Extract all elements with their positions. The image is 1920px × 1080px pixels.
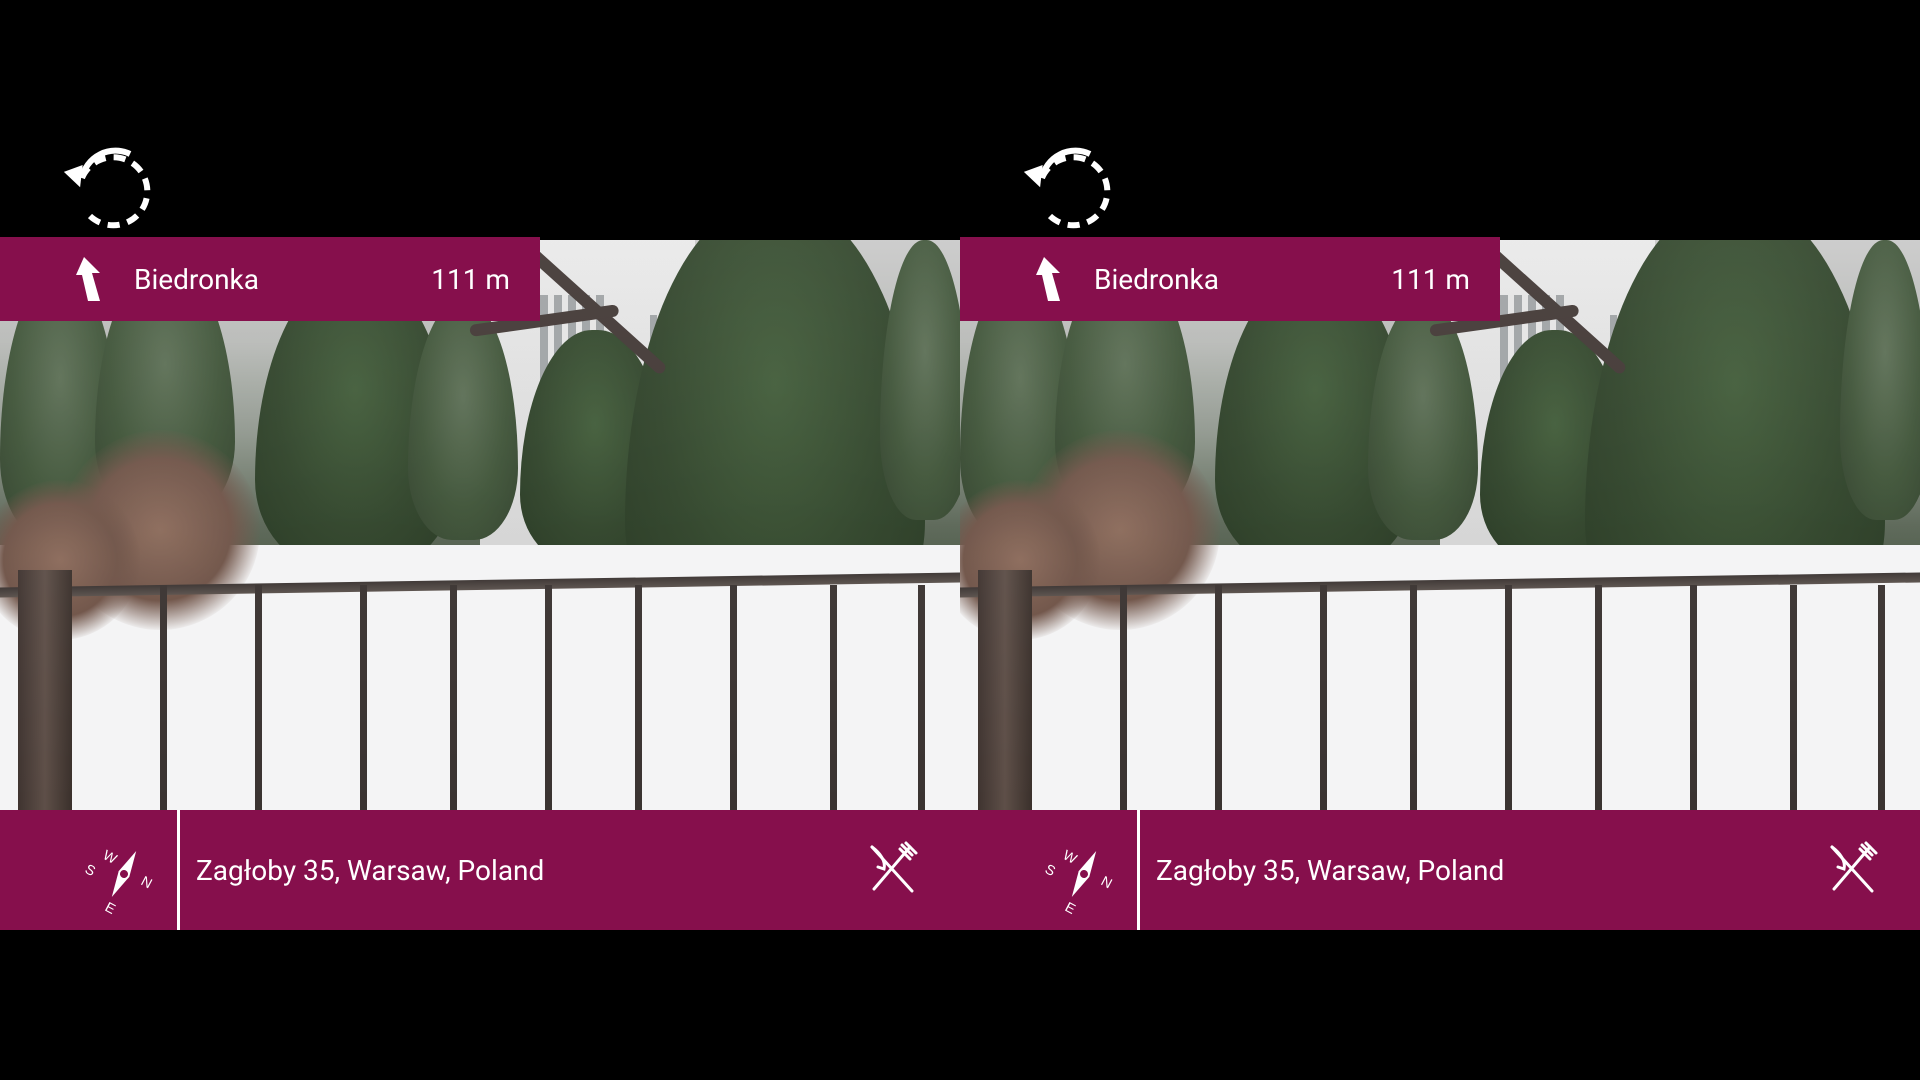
current-address: Zagłoby 35, Warsaw, Poland — [1156, 853, 1505, 887]
destination-bar[interactable]: Biedronka 111 m — [0, 237, 540, 321]
destination-distance: 111 m — [1391, 262, 1470, 296]
railing-bar — [635, 585, 642, 810]
railing-bar — [160, 585, 167, 810]
railing-bar — [1410, 585, 1417, 810]
arrow-up-left-icon — [76, 257, 100, 301]
railing-bar — [360, 585, 367, 810]
railing-bar — [450, 585, 457, 810]
camera-feed — [0, 240, 960, 810]
railing-bar — [1320, 585, 1327, 810]
compass-label-e: E — [1063, 899, 1079, 916]
compass-icon: W N S E — [83, 847, 155, 916]
railing-post — [978, 570, 1032, 810]
camera-feed — [960, 240, 1920, 810]
compass-label-w: W — [101, 847, 121, 868]
compass-label-w: W — [1061, 847, 1081, 868]
compass-cell: W N S E — [960, 810, 1140, 930]
fork-knife-icon[interactable] — [860, 839, 922, 901]
fork-knife-icon[interactable] — [1820, 839, 1882, 901]
railing-bar — [918, 585, 925, 810]
current-address: Zagłoby 35, Warsaw, Poland — [196, 853, 545, 887]
railing-bar — [1790, 585, 1797, 810]
destination-name: Biedronka — [1094, 262, 1219, 296]
railing-bar — [1595, 585, 1602, 810]
rotate-ccw-icon[interactable] — [62, 138, 162, 238]
compass-label-n: N — [139, 873, 155, 892]
compass-icon: W N S E — [1043, 847, 1115, 916]
rotate-ccw-icon[interactable] — [1022, 138, 1122, 238]
railing-bar — [1120, 585, 1127, 810]
compass-label-e: E — [103, 899, 119, 916]
arrow-up-left-icon — [1036, 257, 1060, 301]
right-eye-view: Biedronka 111 m W N S E Zagłoby 35, Wars… — [960, 0, 1920, 1080]
compass-label-n: N — [1099, 873, 1115, 892]
destination-name: Biedronka — [134, 262, 259, 296]
compass-label-s: S — [1043, 861, 1059, 880]
vr-split-view: Biedronka 111 m W N S E Zagłoby 35, Wars… — [0, 0, 1920, 1080]
spruce-tree — [880, 240, 960, 520]
spruce-tree — [1840, 240, 1920, 520]
status-bar: W N S E Zagłoby 35, Warsaw, Poland — [0, 810, 960, 930]
railing-bar — [830, 585, 837, 810]
railing-bar — [730, 585, 737, 810]
railing-bar — [1215, 585, 1222, 810]
railing-bar — [1878, 585, 1885, 810]
destination-distance: 111 m — [431, 262, 510, 296]
railing-bar — [1505, 585, 1512, 810]
status-bar: W N S E Zagłoby 35, Warsaw, Poland — [960, 810, 1920, 930]
railing-post — [18, 570, 72, 810]
railing-bar — [255, 585, 262, 810]
railing-bar — [1690, 585, 1697, 810]
compass-label-s: S — [83, 861, 99, 880]
destination-bar[interactable]: Biedronka 111 m — [960, 237, 1500, 321]
left-eye-view: Biedronka 111 m W N S E Zagłoby 35, Wars… — [0, 0, 960, 1080]
compass-cell: W N S E — [0, 810, 180, 930]
railing-bar — [545, 585, 552, 810]
